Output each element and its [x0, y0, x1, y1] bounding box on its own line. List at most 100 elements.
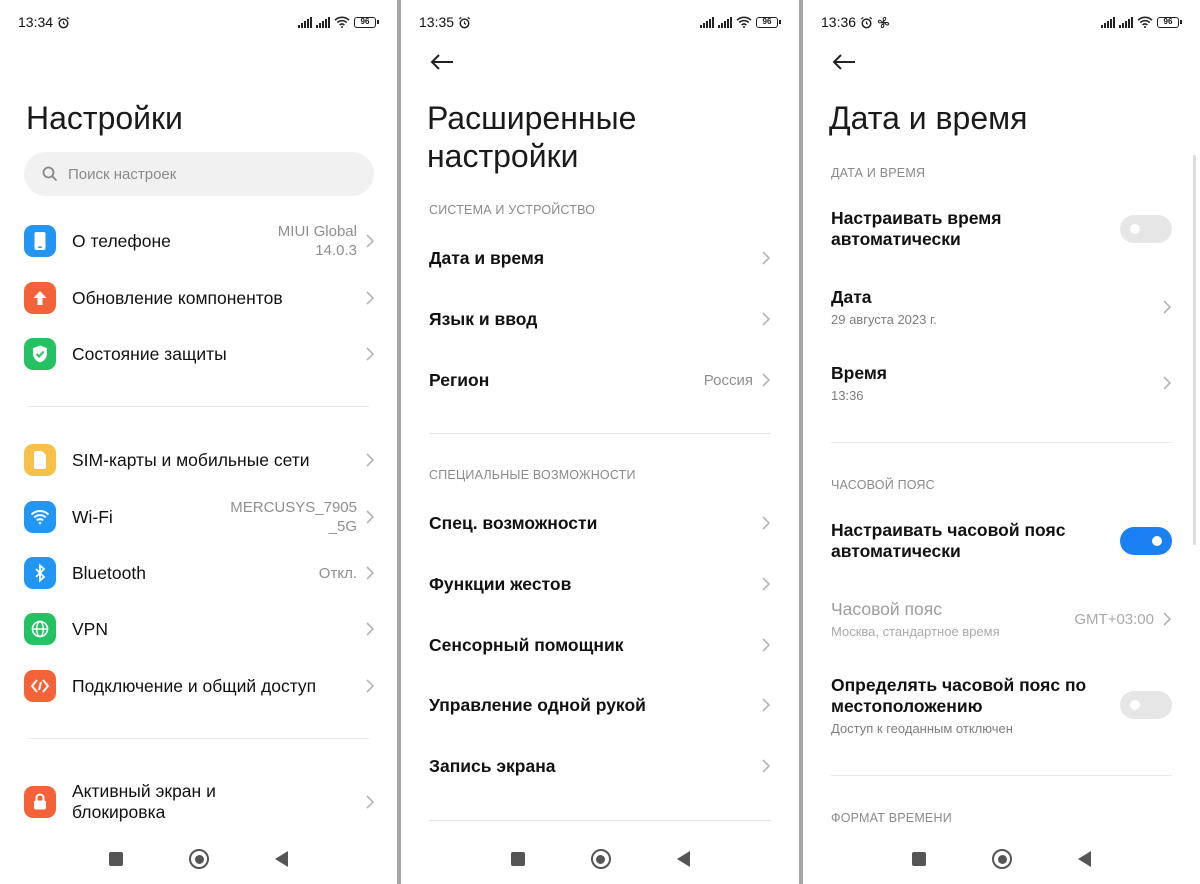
- home-button[interactable]: [992, 849, 1012, 869]
- row-auto-timezone[interactable]: Настраивать часовой пояс автоматически: [831, 519, 1172, 563]
- search-bar[interactable]: [24, 152, 374, 196]
- row-label: Управление одной рукой: [429, 694, 646, 715]
- wifi-status-icon: [334, 16, 350, 28]
- settings-item-vpn[interactable]: VPN: [24, 612, 375, 646]
- chevron-right-icon: [366, 234, 375, 248]
- home-button[interactable]: [590, 849, 611, 869]
- settings-item-label: SIM-карты и мобильные сети: [72, 449, 310, 470]
- row-region[interactable]: Регион Россия: [429, 369, 771, 391]
- settings-item-label: О телефоне: [72, 230, 171, 251]
- row-sublabel: Доступ к геоданным отключен: [831, 720, 1013, 736]
- settings-item-bluetooth[interactable]: Bluetooth Откл.: [24, 556, 375, 590]
- row-accessibility[interactable]: Спец. возможности: [429, 512, 771, 534]
- row-touch-assistant[interactable]: Сенсорный помощник: [429, 634, 771, 656]
- row-date-time[interactable]: Дата и время: [429, 247, 771, 269]
- back-button[interactable]: [676, 851, 690, 867]
- status-bar: 13:35 96: [419, 12, 781, 32]
- settings-item-security-status[interactable]: Состояние защиты: [24, 337, 375, 371]
- back-arrow-icon[interactable]: [429, 52, 455, 72]
- row-sublabel: Москва, стандартное время: [831, 624, 1000, 639]
- chevron-right-icon: [762, 373, 771, 387]
- row-label: Запись экрана: [429, 755, 556, 776]
- geo-timezone-toggle[interactable]: [1120, 691, 1172, 719]
- row-sublabel: 13:36: [831, 388, 864, 403]
- status-bar: 13:34 96: [18, 12, 379, 32]
- row-label: Язык и ввод: [429, 308, 538, 329]
- lock-icon: [24, 786, 56, 818]
- chevron-right-icon: [762, 312, 771, 326]
- settings-item-label: VPN: [72, 618, 108, 639]
- row-time[interactable]: Время 13:36: [831, 361, 1172, 405]
- auto-time-toggle[interactable]: [1120, 215, 1172, 243]
- shield-check-icon: [24, 338, 56, 370]
- chevron-right-icon: [366, 347, 375, 361]
- settings-item-wifi[interactable]: Wi-Fi MERCUSYS_7905 _5G: [24, 499, 375, 535]
- row-date[interactable]: Дата 29 августа 2023 г.: [831, 285, 1172, 329]
- scrollbar[interactable]: [1193, 155, 1196, 545]
- signal-icon: [1101, 16, 1115, 28]
- status-time: 13:36: [821, 14, 857, 30]
- fan-icon: [877, 16, 890, 28]
- chevron-right-icon: [366, 679, 375, 693]
- chevron-right-icon: [1163, 376, 1172, 390]
- settings-item-lock-screen[interactable]: Активный экран и блокировка: [24, 780, 375, 824]
- alarm-icon: [860, 16, 873, 28]
- screens-container: 13:34 96 Настройки О телефоне MIUI Globa…: [0, 0, 1200, 884]
- row-label: Сенсорный помощник: [429, 634, 624, 655]
- alarm-icon: [458, 16, 471, 28]
- battery-icon: 96: [1157, 16, 1182, 28]
- row-screen-recorder[interactable]: Запись экрана: [429, 755, 771, 777]
- navigation-bar: [401, 846, 799, 872]
- row-geo-timezone[interactable]: Определять часовой пояс по местоположени…: [831, 673, 1172, 737]
- chevron-right-icon: [1163, 300, 1172, 314]
- section-header: ФОРМАТ ВРЕМЕНИ: [831, 811, 952, 825]
- row-label: Функции жестов: [429, 573, 572, 594]
- chevron-right-icon: [366, 622, 375, 636]
- wifi-status-icon: [736, 16, 752, 28]
- settings-item-about-phone[interactable]: О телефоне MIUI Global 14.0.3: [24, 223, 375, 259]
- page-title: Расширенные настройки: [427, 100, 637, 174]
- row-auto-time[interactable]: Настраивать время автоматически: [831, 207, 1172, 251]
- back-button[interactable]: [1078, 851, 1091, 867]
- chevron-right-icon: [762, 759, 771, 773]
- auto-timezone-toggle[interactable]: [1120, 527, 1172, 555]
- section-header: ЧАСОВОЙ ПОЯС: [831, 478, 935, 492]
- recent-apps-button[interactable]: [510, 852, 525, 866]
- page-title: Дата и время: [829, 100, 1028, 136]
- signal-icon: [718, 16, 732, 28]
- signal-icon: [700, 16, 714, 28]
- settings-item-value: MIUI Global 14.0.3: [277, 223, 357, 259]
- section-header: ДАТА И ВРЕМЯ: [831, 166, 926, 180]
- settings-item-value: Откл.: [318, 564, 357, 582]
- settings-item-component-update[interactable]: Обновление компонентов: [24, 281, 375, 315]
- back-button[interactable]: [275, 851, 288, 867]
- search-input[interactable]: [68, 165, 328, 183]
- battery-icon: 96: [756, 16, 781, 28]
- section-header: СПЕЦИАЛЬНЫЕ ВОЗМОЖНОСТИ: [429, 468, 636, 482]
- battery-icon: 96: [354, 16, 379, 28]
- row-one-handed-mode[interactable]: Управление одной рукой: [429, 694, 771, 716]
- alarm-icon: [57, 16, 70, 28]
- update-arrow-icon: [24, 282, 56, 314]
- back-arrow-icon[interactable]: [831, 52, 857, 72]
- status-time: 13:34: [18, 14, 54, 30]
- sim-card-icon: [24, 444, 56, 476]
- section-header: СИСТЕМА И УСТРОЙСТВО: [429, 203, 596, 217]
- signal-icon: [1119, 16, 1133, 28]
- row-timezone[interactable]: Часовой пояс Москва, стандартное время G…: [831, 597, 1172, 641]
- row-label: Настраивать часовой пояс автоматически: [831, 520, 1066, 561]
- row-gestures[interactable]: Функции жестов: [429, 573, 771, 595]
- recent-apps-button[interactable]: [109, 852, 123, 866]
- chevron-right-icon: [366, 453, 375, 467]
- wifi-icon: [24, 501, 56, 533]
- row-language-input[interactable]: Язык и ввод: [429, 308, 771, 330]
- settings-item-connection-sharing[interactable]: Подключение и общий доступ: [24, 669, 375, 703]
- chevron-right-icon: [762, 516, 771, 530]
- divider: [831, 442, 1172, 443]
- row-value: GMT+03:00: [1074, 610, 1154, 628]
- divider: [429, 433, 771, 434]
- settings-item-sim-cards[interactable]: SIM-карты и мобильные сети: [24, 443, 375, 477]
- row-label: Время: [831, 363, 887, 383]
- recent-apps-button[interactable]: [912, 852, 926, 866]
- home-button[interactable]: [189, 849, 209, 869]
